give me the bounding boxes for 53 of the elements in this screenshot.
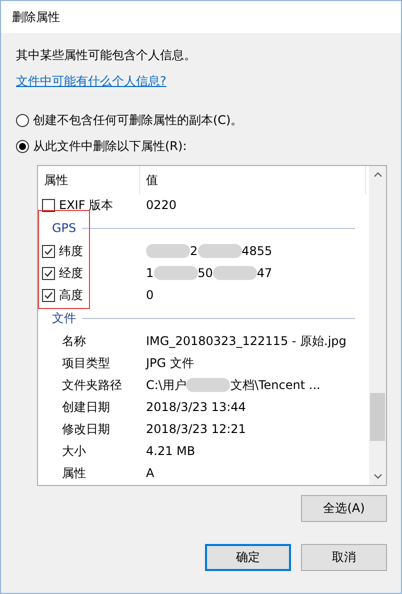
blurred-area xyxy=(186,378,230,392)
property-name: 大小 xyxy=(62,442,86,460)
chevron-down-icon[interactable] xyxy=(374,474,382,479)
value-text: 4855 xyxy=(242,244,272,258)
property-name: 纬度 xyxy=(59,242,83,260)
window-title: 删除属性 xyxy=(12,8,60,26)
blurred-area xyxy=(146,244,190,258)
checkbox[interactable] xyxy=(42,288,55,302)
radio-label[interactable]: 从此文件中删除以下属性(R): xyxy=(33,138,187,155)
scrollbar[interactable] xyxy=(369,166,386,485)
value-text: 0220 xyxy=(146,198,177,212)
radio-button[interactable] xyxy=(16,114,29,127)
blurred-area xyxy=(198,244,242,258)
value-text: 文档\Tencent ... xyxy=(230,376,320,394)
radio-button[interactable] xyxy=(16,140,29,153)
value-text: 2 xyxy=(190,244,198,258)
value-text: A xyxy=(146,466,154,480)
checkbox[interactable] xyxy=(42,198,55,212)
property-name: 属性 xyxy=(62,464,86,482)
value-text: 1 xyxy=(146,266,154,280)
property-name: EXIF 版本 xyxy=(59,196,114,214)
value-text: JPG 文件 xyxy=(146,354,194,372)
blurred-area xyxy=(154,266,198,280)
property-name: 高度 xyxy=(59,286,83,304)
dialog-button[interactable]: 确定 xyxy=(205,544,291,571)
value-text: 0 xyxy=(146,288,154,302)
dialog-button[interactable]: 取消 xyxy=(301,544,387,571)
value-text: 4.21 MB xyxy=(146,444,196,458)
select-all-button[interactable]: 全选(A) xyxy=(301,495,387,522)
property-name: 修改日期 xyxy=(62,420,110,438)
property-name: 名称 xyxy=(62,332,86,350)
value-text: 2018/3/23 12:21 xyxy=(146,422,246,436)
value-text: C:\用户 xyxy=(146,376,186,394)
property-name: 经度 xyxy=(59,264,83,282)
scrollbar-thumb[interactable] xyxy=(370,393,385,441)
help-link[interactable]: 文件中可能有什么个人信息? xyxy=(16,73,166,90)
blurred-area xyxy=(212,266,257,280)
radio-label[interactable]: 创建不包含任何可删除属性的副本(C)。 xyxy=(33,112,243,129)
property-name: 创建日期 xyxy=(62,398,110,416)
value-text: 2018/3/23 13:44 xyxy=(146,400,246,414)
checkbox[interactable] xyxy=(42,266,55,280)
checkbox[interactable] xyxy=(42,244,55,258)
chevron-up-icon[interactable] xyxy=(374,172,382,177)
column-header[interactable]: 属性 xyxy=(38,166,140,194)
intro-text: 其中某些属性可能包含个人信息。 xyxy=(16,47,197,64)
column-header[interactable]: 值 xyxy=(140,166,366,194)
property-name: 文件夹路径 xyxy=(62,376,122,394)
value-text: 47 xyxy=(256,266,272,280)
property-name: 项目类型 xyxy=(62,354,110,372)
value-text: 50 xyxy=(198,266,213,280)
group-heading: GPS xyxy=(52,221,76,235)
value-text: IMG_20180323_122115 - 原始.jpg xyxy=(146,332,346,350)
group-heading: 文件 xyxy=(52,310,76,326)
